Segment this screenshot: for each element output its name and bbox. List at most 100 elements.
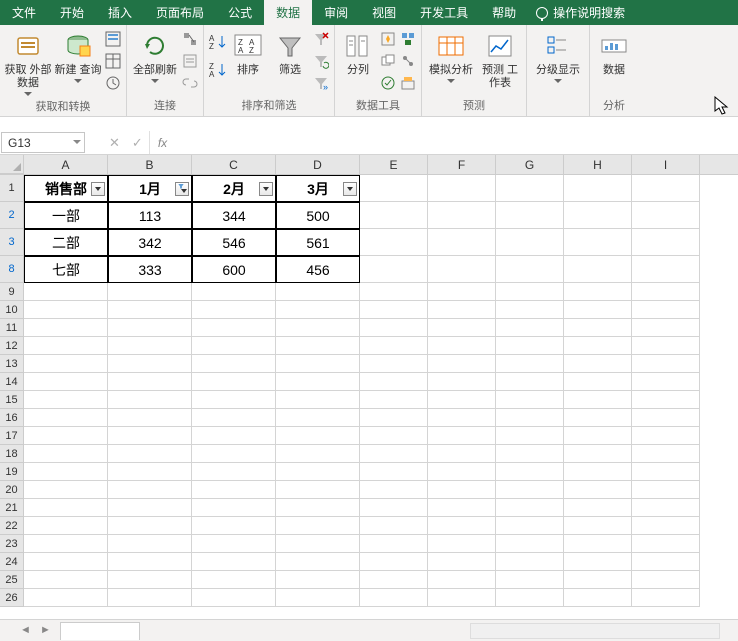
cell[interactable] xyxy=(496,571,564,589)
table-cell[interactable]: 561 xyxy=(276,229,360,256)
cell[interactable] xyxy=(360,499,428,517)
cell[interactable] xyxy=(428,499,496,517)
clear-filter-icon[interactable] xyxy=(312,30,330,48)
cell[interactable] xyxy=(360,571,428,589)
cell[interactable] xyxy=(360,589,428,607)
cell[interactable] xyxy=(496,409,564,427)
cell[interactable] xyxy=(108,301,192,319)
col-header-C[interactable]: C xyxy=(192,155,276,174)
name-box[interactable]: G13 xyxy=(1,132,85,153)
cell[interactable] xyxy=(276,301,360,319)
new-query-button[interactable]: 新建 查询 xyxy=(54,27,102,83)
what-if-button[interactable]: 模拟分析 xyxy=(426,27,476,83)
row-header[interactable]: 9 xyxy=(0,283,24,301)
cell[interactable] xyxy=(24,553,108,571)
cell[interactable] xyxy=(24,517,108,535)
cell[interactable] xyxy=(192,553,276,571)
row-header[interactable]: 14 xyxy=(0,373,24,391)
cell[interactable] xyxy=(108,337,192,355)
table-cell[interactable]: 二部 xyxy=(24,229,108,256)
cell[interactable] xyxy=(24,283,108,301)
cell[interactable] xyxy=(428,517,496,535)
cell[interactable] xyxy=(632,481,700,499)
table-cell[interactable]: 七部 xyxy=(24,256,108,283)
forecast-sheet-button[interactable]: 预测 工作表 xyxy=(478,27,522,90)
row-header[interactable]: 19 xyxy=(0,463,24,481)
remove-duplicates-icon[interactable] xyxy=(379,52,397,70)
table-header-cell[interactable]: 2月 xyxy=(192,175,276,202)
cell[interactable] xyxy=(360,535,428,553)
row-header[interactable]: 13 xyxy=(0,355,24,373)
col-header-I[interactable]: I xyxy=(632,155,700,174)
col-header-D[interactable]: D xyxy=(276,155,360,174)
tab-nav-next[interactable]: ► xyxy=(40,624,54,638)
edit-links-icon[interactable] xyxy=(181,74,199,92)
cell[interactable] xyxy=(192,319,276,337)
cell[interactable] xyxy=(564,355,632,373)
row-header[interactable]: 23 xyxy=(0,535,24,553)
cell[interactable] xyxy=(276,553,360,571)
filter-dropdown-button[interactable] xyxy=(91,182,105,196)
cell[interactable] xyxy=(496,337,564,355)
cell[interactable] xyxy=(564,283,632,301)
cell[interactable] xyxy=(564,175,632,202)
cell[interactable] xyxy=(428,391,496,409)
cell[interactable] xyxy=(564,301,632,319)
cell[interactable] xyxy=(564,589,632,607)
cell[interactable] xyxy=(496,283,564,301)
cell[interactable] xyxy=(108,571,192,589)
filter-dropdown-button[interactable] xyxy=(343,182,357,196)
filter-dropdown-button[interactable] xyxy=(259,182,273,196)
table-cell[interactable]: 344 xyxy=(192,202,276,229)
cell[interactable] xyxy=(632,499,700,517)
cell[interactable] xyxy=(360,229,428,256)
cell[interactable] xyxy=(108,391,192,409)
tab-nav-prev[interactable]: ◄ xyxy=(20,624,34,638)
cell[interactable] xyxy=(24,463,108,481)
tab-file[interactable]: 文件 xyxy=(0,0,48,25)
cell[interactable] xyxy=(428,337,496,355)
cell[interactable] xyxy=(24,355,108,373)
horizontal-scrollbar[interactable] xyxy=(470,623,720,639)
cell[interactable] xyxy=(108,499,192,517)
cell[interactable] xyxy=(24,391,108,409)
row-header[interactable]: 11 xyxy=(0,319,24,337)
cell[interactable] xyxy=(496,535,564,553)
cell[interactable] xyxy=(108,319,192,337)
cell[interactable] xyxy=(360,427,428,445)
cell[interactable] xyxy=(632,355,700,373)
cell[interactable] xyxy=(360,175,428,202)
cell[interactable] xyxy=(632,283,700,301)
select-all-corner[interactable] xyxy=(0,155,24,174)
col-header-E[interactable]: E xyxy=(360,155,428,174)
cell[interactable] xyxy=(24,337,108,355)
col-header-H[interactable]: H xyxy=(564,155,632,174)
cell[interactable] xyxy=(360,283,428,301)
cell[interactable] xyxy=(632,553,700,571)
cell[interactable] xyxy=(428,229,496,256)
cell[interactable] xyxy=(428,319,496,337)
cell[interactable] xyxy=(632,373,700,391)
table-cell[interactable]: 456 xyxy=(276,256,360,283)
cell[interactable] xyxy=(276,427,360,445)
cell[interactable] xyxy=(24,319,108,337)
cell[interactable] xyxy=(564,256,632,283)
formula-input[interactable] xyxy=(175,131,738,154)
cell[interactable] xyxy=(24,571,108,589)
cell[interactable] xyxy=(24,427,108,445)
cell[interactable] xyxy=(108,445,192,463)
tab-view[interactable]: 视图 xyxy=(360,0,408,25)
cell[interactable] xyxy=(564,553,632,571)
cell[interactable] xyxy=(360,553,428,571)
col-header-F[interactable]: F xyxy=(428,155,496,174)
cell[interactable] xyxy=(360,373,428,391)
cell[interactable] xyxy=(276,373,360,391)
cell[interactable] xyxy=(360,301,428,319)
cell[interactable] xyxy=(632,301,700,319)
cell[interactable] xyxy=(632,391,700,409)
reapply-icon[interactable] xyxy=(312,52,330,70)
table-header-cell[interactable]: 销售部 xyxy=(24,175,108,202)
cell[interactable] xyxy=(632,535,700,553)
cell[interactable] xyxy=(428,283,496,301)
row-header[interactable]: 24 xyxy=(0,553,24,571)
